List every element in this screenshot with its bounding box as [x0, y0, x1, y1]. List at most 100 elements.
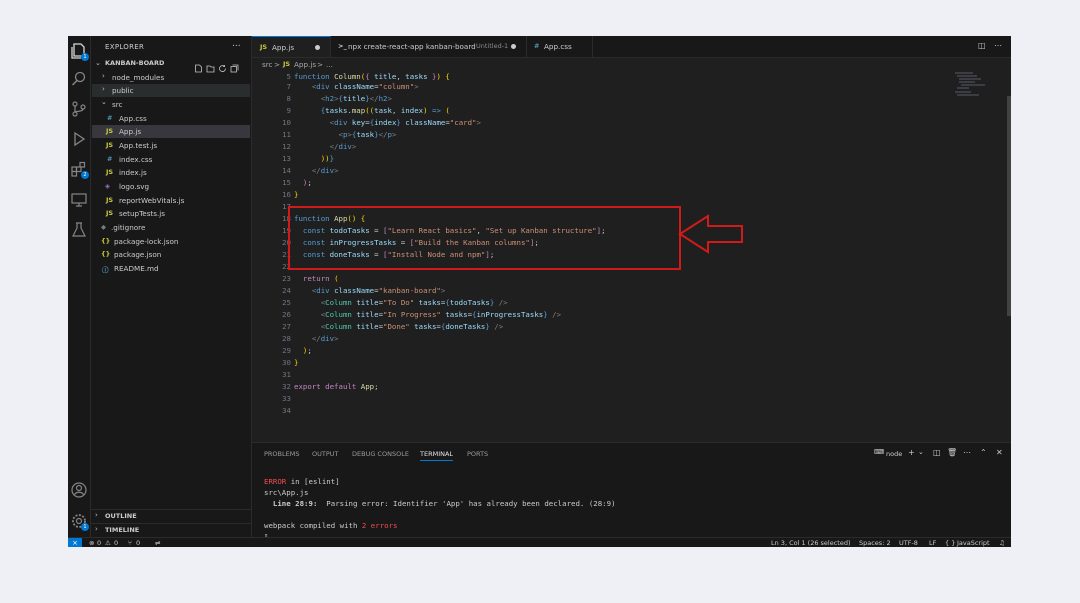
terminal-line: ERROR in [eslint]	[264, 477, 340, 486]
tree-folder-src[interactable]: ⌄ src	[92, 98, 250, 111]
git-file-icon: ◆	[101, 223, 106, 231]
unsaved-dot-icon[interactable]	[315, 45, 320, 50]
warning-count[interactable]: 0	[114, 539, 118, 547]
tree-file-setup-tests[interactable]: JS setupTests.js	[92, 207, 250, 220]
collapse-all-icon[interactable]	[230, 58, 239, 73]
js-file-icon: JS	[283, 60, 291, 68]
explorer-more-button[interactable]: ...	[232, 39, 241, 49]
tree-file-readme[interactable]: ⓘ README.md	[92, 262, 250, 275]
close-panel-icon[interactable]: ✕	[996, 448, 1003, 457]
explorer-icon[interactable]: 1	[70, 42, 89, 61]
chevron-right-icon: ›	[102, 72, 105, 80]
tree-file-gitignore[interactable]: ◆ .gitignore	[92, 221, 250, 234]
workspace-folder-label: KANBAN-BOARD	[105, 59, 165, 67]
line-ending[interactable]: LF	[929, 539, 936, 547]
new-file-icon[interactable]	[194, 58, 203, 73]
terminal-line: Line 28:9: Parsing error: Identifier 'Ap…	[264, 499, 616, 508]
code-line: 31	[252, 368, 952, 380]
editor-scrollbar[interactable]	[1007, 96, 1011, 316]
code-line: 24 <div className="kanban-board">	[252, 284, 952, 296]
tab-ports[interactable]: PORTS	[467, 450, 488, 458]
cursor-position[interactable]: Ln 3, Col 1 (26 selected)	[771, 539, 851, 547]
trash-icon[interactable]: 🗑	[947, 448, 957, 457]
code-text: <div key={index} className="card">	[329, 118, 481, 127]
code-text: }	[294, 358, 299, 367]
tree-file-logo-svg[interactable]: ◈ logo.svg	[92, 180, 250, 193]
code-line: 16}	[252, 188, 952, 200]
error-circle-icon[interactable]: ⊗	[89, 539, 94, 547]
run-debug-icon[interactable]	[70, 130, 88, 148]
js-file-icon: JS	[106, 209, 114, 217]
tree-file-app-js[interactable]: JS App.js	[92, 125, 250, 138]
line-number: 24	[282, 286, 291, 295]
tab-untitled-1[interactable]: >_ npx create-react-app kanban-board Unt…	[330, 36, 527, 57]
tree-file-package-lock[interactable]: {} package-lock.json	[92, 235, 250, 248]
compile-status: webpack compiled with	[264, 521, 362, 530]
code-text: export default App;	[294, 382, 379, 391]
new-terminal-plus-icon[interactable]: +	[908, 448, 915, 457]
tree-file-index-js[interactable]: JS index.js	[92, 166, 250, 179]
tab-terminal[interactable]: TERMINAL	[420, 450, 454, 461]
indentation[interactable]: Spaces: 2	[859, 539, 891, 547]
terminal-shell-icon[interactable]: ⌨	[874, 448, 884, 456]
new-folder-icon[interactable]	[206, 58, 215, 73]
outline-section-header[interactable]: › OUTLINE	[91, 509, 251, 523]
ports-count[interactable]: 0	[136, 539, 140, 547]
tab-app-css[interactable]: # App.css	[526, 36, 593, 57]
warning-icon[interactable]: ⚠	[105, 539, 111, 547]
breadcrumb-symbol[interactable]: ...	[326, 60, 333, 69]
tree-folder-public[interactable]: › public	[92, 84, 250, 97]
split-editor-icon[interactable]: ◫	[978, 41, 986, 50]
remote-explorer-icon[interactable]	[70, 191, 88, 209]
tree-file-index-css[interactable]: # index.css	[92, 153, 250, 166]
code-text: <Column title="Done" tasks={doneTasks} /…	[320, 322, 504, 331]
refresh-icon[interactable]	[218, 58, 227, 72]
code-text: return (	[302, 274, 339, 283]
language-mode[interactable]: JavaScript	[957, 539, 990, 547]
left-arrow-icon	[678, 214, 743, 254]
unsaved-dot-icon[interactable]	[511, 44, 516, 49]
source-control-icon[interactable]	[70, 100, 88, 118]
settings-gear-icon[interactable]: 1	[70, 512, 89, 531]
live-share-icon[interactable]: ⇌	[155, 539, 160, 547]
encoding[interactable]: UTF-8	[899, 539, 918, 547]
code-text: </div>	[329, 142, 357, 151]
tree-file-package-json[interactable]: {} package.json	[92, 248, 250, 261]
tab-app-js[interactable]: JS App.js	[252, 36, 331, 57]
tree-file-app-css[interactable]: # App.css	[92, 112, 250, 125]
more-actions-icon[interactable]: ⋯	[963, 448, 971, 457]
tree-folder-node-modules[interactable]: › node_modules	[92, 71, 250, 84]
tab-output[interactable]: OUTPUT	[312, 450, 339, 458]
tab-debug-console[interactable]: DEBUG CONSOLE	[352, 450, 409, 458]
code-line: 12 </div>	[252, 140, 952, 152]
terminal-shell-label[interactable]: node	[886, 450, 902, 458]
bell-icon[interactable]: ♫	[999, 539, 1005, 547]
tab-problems[interactable]: PROBLEMS	[264, 450, 299, 458]
tree-file-report-web-vitals[interactable]: JS reportWebVitals.js	[92, 194, 250, 207]
chevron-down-icon: ⌄	[95, 59, 101, 67]
testing-icon[interactable]	[70, 221, 88, 239]
search-icon[interactable]	[70, 70, 88, 88]
workspace-folder-header[interactable]: ⌄ KANBAN-BOARD	[94, 58, 249, 73]
breadcrumb-file[interactable]: App.js	[294, 60, 316, 69]
line-number: 14	[282, 166, 291, 175]
account-icon[interactable]	[70, 481, 88, 499]
chevron-down-icon[interactable]: ⌄	[918, 448, 924, 456]
code-line: 7 <div className="column">	[252, 80, 952, 92]
split-terminal-icon[interactable]: ◫	[933, 448, 941, 457]
minimap[interactable]	[951, 70, 1011, 110]
code-text: }	[294, 190, 299, 199]
language-mode-icon[interactable]: { }	[945, 539, 955, 547]
maximize-panel-icon[interactable]: ⌃	[980, 448, 987, 457]
line-number: 30	[282, 358, 291, 367]
extensions-icon[interactable]: 2	[70, 160, 89, 179]
breadcrumb-folder[interactable]: src	[262, 60, 273, 69]
ports-icon[interactable]: ⑂	[128, 539, 132, 547]
more-actions-icon[interactable]: ⋯	[994, 41, 1002, 50]
code-line: 9 {tasks.map((task, index) => (	[252, 104, 952, 116]
remote-indicator-icon[interactable]: ⨯	[68, 538, 82, 547]
error-count[interactable]: 0	[97, 539, 101, 547]
timeline-section-header[interactable]: › TIMELINE	[91, 523, 251, 537]
tree-file-app-test-js[interactable]: JS App.test.js	[92, 139, 250, 152]
breadcrumb-separator: >	[317, 60, 324, 69]
